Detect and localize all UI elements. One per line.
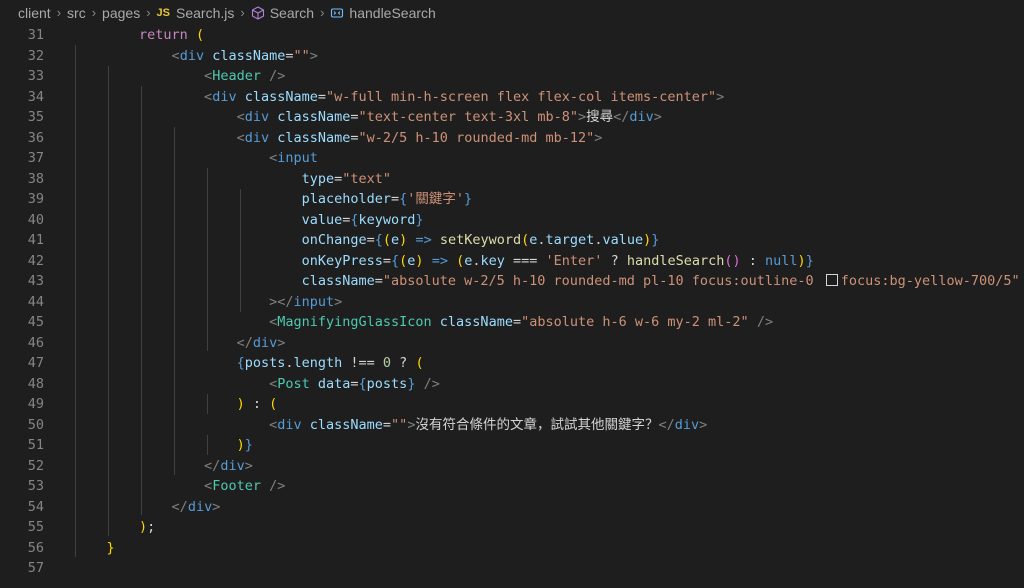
- line-number: 33: [27, 68, 44, 84]
- method-icon: [330, 6, 344, 20]
- line-number: 48: [27, 375, 44, 392]
- code-editor[interactable]: 31 return ( 32 <div className=""> 33 <He…: [0, 25, 1024, 579]
- code-text: return (: [139, 27, 205, 43]
- line-number: 38: [27, 170, 44, 187]
- code-line[interactable]: 48 <Post data={posts} />: [0, 374, 1024, 395]
- code-text: <div className="text-center text-3xl mb-…: [236, 109, 662, 125]
- line-number: 53: [27, 478, 44, 494]
- line-number: 43: [27, 273, 44, 289]
- code-line[interactable]: 32 <div className="">: [0, 46, 1024, 67]
- chevron-right-icon: ›: [240, 5, 245, 20]
- line-number: 52: [27, 457, 44, 474]
- color-swatch-icon[interactable]: [825, 274, 838, 286]
- code-text: </div>: [236, 334, 286, 351]
- code-line[interactable]: 34 <div className="w-full min-h-screen f…: [0, 87, 1024, 108]
- breadcrumb-item-client[interactable]: client: [18, 5, 51, 21]
- code-line[interactable]: 33 <Header />: [0, 66, 1024, 87]
- line-number: 57: [27, 560, 44, 576]
- code-line[interactable]: 31 return (: [0, 25, 1024, 46]
- code-text: type="text": [301, 170, 392, 187]
- code-line[interactable]: 36 <div className="w-2/5 h-10 rounded-md…: [0, 128, 1024, 149]
- code-text: </div>: [171, 498, 221, 515]
- line-number: 31: [27, 27, 44, 43]
- code-line[interactable]: 46 </div>: [0, 333, 1024, 354]
- js-file-icon: JS: [156, 6, 171, 19]
- code-text: }: [106, 539, 115, 556]
- code-line[interactable]: 50 <div className="">沒有符合條件的文章，試試其他關鍵字？<…: [0, 415, 1024, 436]
- code-text: ></input>: [269, 293, 343, 310]
- code-line[interactable]: 40 value={keyword}: [0, 210, 1024, 231]
- line-number: 54: [27, 498, 44, 515]
- code-text: value={keyword}: [301, 211, 424, 228]
- breadcrumb-item-src[interactable]: src: [67, 5, 86, 21]
- code-text: )}: [236, 437, 253, 453]
- code-line[interactable]: 38 type="text": [0, 169, 1024, 190]
- code-text: <div className="w-full min-h-screen flex…: [204, 88, 725, 105]
- code-text: <input: [269, 150, 318, 166]
- code-line[interactable]: 55 );: [0, 517, 1024, 538]
- line-number: 41: [27, 232, 44, 248]
- line-number: 35: [27, 109, 44, 125]
- breadcrumb-item-function[interactable]: handleSearch: [349, 5, 435, 21]
- code-line[interactable]: 52 </div>: [0, 456, 1024, 477]
- line-number: 36: [27, 129, 44, 146]
- code-text: onKeyPress={(e) => (e.key === 'Enter' ? …: [301, 252, 814, 269]
- line-number: 51: [27, 437, 44, 453]
- code-line[interactable]: 47 {posts.length !== 0 ? (: [0, 353, 1024, 374]
- line-number: 39: [27, 191, 44, 207]
- line-number: 34: [27, 88, 44, 105]
- line-number: 40: [27, 211, 44, 228]
- code-line[interactable]: 51 )}: [0, 435, 1024, 456]
- code-line[interactable]: 54 </div>: [0, 497, 1024, 518]
- code-line[interactable]: 49 ) : (: [0, 394, 1024, 415]
- code-line[interactable]: 45 <MagnifyingGlassIcon className="absol…: [0, 312, 1024, 333]
- code-line[interactable]: 42 onKeyPress={(e) => (e.key === 'Enter'…: [0, 251, 1024, 272]
- line-number: 49: [27, 396, 44, 412]
- line-number: 47: [27, 355, 44, 371]
- line-number: 46: [27, 334, 44, 351]
- breadcrumb-item-pages[interactable]: pages: [102, 5, 140, 21]
- code-text: );: [139, 519, 156, 535]
- code-text: <div className="w-2/5 h-10 rounded-md mb…: [236, 129, 603, 146]
- line-number: 56: [27, 539, 44, 556]
- code-text: ) : (: [236, 396, 278, 412]
- code-line[interactable]: 57: [0, 558, 1024, 579]
- line-number: 42: [27, 252, 44, 269]
- code-text: placeholder={'關鍵字'}: [301, 191, 473, 207]
- code-text: <Post data={posts} />: [269, 375, 440, 392]
- breadcrumb-item-component[interactable]: Search: [270, 5, 314, 21]
- line-number: 37: [27, 150, 44, 166]
- chevron-right-icon: ›: [56, 5, 62, 20]
- line-number: 45: [27, 314, 44, 330]
- line-number: 55: [27, 519, 44, 535]
- code-text: <Footer />: [204, 478, 286, 494]
- line-number: 32: [27, 47, 44, 64]
- breadcrumb: client › src › pages › JS Search.js › Se…: [0, 0, 1024, 25]
- code-text: <Header />: [204, 68, 286, 84]
- line-number: 44: [27, 293, 44, 310]
- chevron-right-icon: ›: [320, 5, 325, 20]
- code-line[interactable]: 43 className="absolute w-2/5 h-10 rounde…: [0, 271, 1024, 292]
- code-line[interactable]: 41 onChange={(e) => setKeyword(e.target.…: [0, 230, 1024, 251]
- code-text: className="absolute w-2/5 h-10 rounded-m…: [301, 273, 1020, 289]
- breadcrumb-item-file[interactable]: Search.js: [176, 5, 234, 21]
- code-line[interactable]: 53 <Footer />: [0, 476, 1024, 497]
- code-line[interactable]: 35 <div className="text-center text-3xl …: [0, 107, 1024, 128]
- line-number: 50: [27, 416, 44, 433]
- code-text: onChange={(e) => setKeyword(e.target.val…: [301, 232, 660, 248]
- code-line[interactable]: 44 ></input>: [0, 292, 1024, 313]
- code-text: <div className="">: [171, 47, 318, 64]
- code-line[interactable]: 37 <input: [0, 148, 1024, 169]
- cube-icon: [251, 5, 265, 20]
- code-line[interactable]: 39 placeholder={'關鍵字'}: [0, 189, 1024, 210]
- code-text: </div>: [204, 457, 253, 474]
- chevron-right-icon: ›: [146, 5, 151, 20]
- code-text: <MagnifyingGlassIcon className="absolute…: [269, 314, 774, 330]
- code-line[interactable]: 56 }: [0, 538, 1024, 559]
- code-text: {posts.length !== 0 ? (: [236, 355, 424, 371]
- code-text: <div className="">沒有符合條件的文章，試試其他關鍵字？</di…: [269, 416, 708, 433]
- chevron-right-icon: ›: [91, 5, 97, 20]
